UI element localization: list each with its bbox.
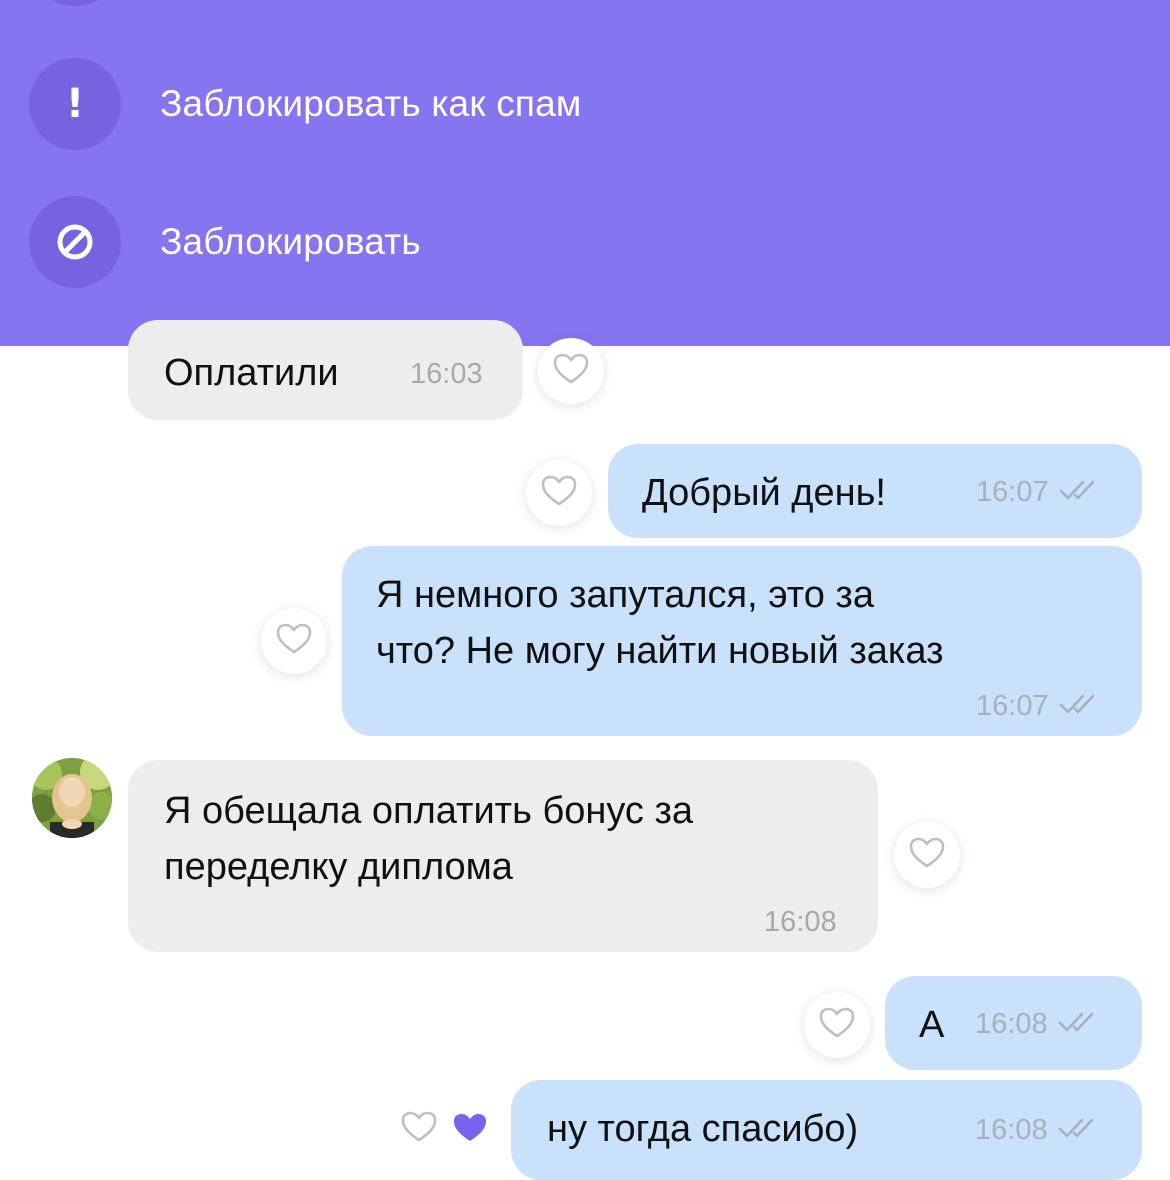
message-text: Оплатили (164, 352, 339, 394)
double-check-icon (1059, 465, 1103, 520)
message-time: 16:08 (975, 1113, 1048, 1146)
message-text-line: переделку диплома (164, 846, 513, 888)
like-button[interactable] (386, 1096, 452, 1162)
message-meta: 16:08 (975, 1112, 1102, 1148)
message-meta: 16:08 (975, 1006, 1102, 1042)
message-time: 16:03 (410, 357, 483, 390)
message-bubble-outgoing[interactable]: Я немного запутался, это за что? Не могу… (342, 546, 1142, 736)
message-bubble-incoming[interactable]: Оплатили 16:03 (128, 320, 523, 420)
message-bubble-incoming[interactable]: Я обещала оплатить бонус за переделку ди… (128, 760, 878, 952)
like-button[interactable] (538, 338, 604, 404)
context-menu: ! Заблокировать как спам Заблокировать (0, 0, 1170, 346)
message-text-line: Я немного запутался, это за (376, 574, 874, 616)
exclamation-icon: ! (29, 58, 121, 150)
message-text: А (919, 1004, 945, 1046)
message-text-line: Я обещала оплатить бонус за (164, 790, 694, 832)
like-button[interactable] (261, 608, 327, 674)
message-time: 16:08 (764, 905, 837, 938)
double-check-icon (1059, 679, 1103, 734)
heart-outline-icon (909, 837, 945, 874)
message-time: 16:07 (976, 689, 1049, 722)
message-time: 16:07 (976, 475, 1049, 508)
purple-heart-reaction-icon[interactable] (452, 1112, 490, 1146)
heart-outline-icon (553, 353, 589, 390)
block-icon (29, 196, 121, 288)
message-meta: 16:07 (976, 688, 1103, 724)
double-check-icon (1058, 997, 1102, 1052)
message-bubble-outgoing[interactable]: ну тогда спасибо) 16:08 (511, 1080, 1142, 1180)
avatar[interactable] (32, 758, 112, 838)
like-button[interactable] (526, 460, 592, 526)
like-button[interactable] (804, 992, 870, 1058)
message-text: ну тогда спасибо) (547, 1108, 859, 1150)
menu-item-icon-partial (29, 0, 121, 6)
heart-outline-icon (276, 623, 312, 660)
message-time: 16:08 (975, 1007, 1048, 1040)
menu-item-label: Заблокировать (160, 221, 421, 262)
heart-outline-icon (819, 1007, 855, 1044)
like-button[interactable] (894, 822, 960, 888)
message-bubble-outgoing[interactable]: А 16:08 (885, 976, 1142, 1070)
double-check-icon (1058, 1103, 1102, 1158)
message-bubble-outgoing[interactable]: Добрый день! 16:07 (608, 444, 1142, 538)
message-text-line: что? Не могу найти новый заказ (376, 630, 944, 672)
heart-outline-icon (541, 475, 577, 512)
message-text: Добрый день! (642, 472, 886, 514)
menu-item-block-as-spam[interactable]: ! Заблокировать как спам (0, 54, 1170, 154)
heart-outline-icon (401, 1111, 437, 1148)
message-meta: 16:07 (976, 474, 1103, 510)
menu-item-block[interactable]: Заблокировать (0, 192, 1170, 292)
menu-item-label: Заблокировать как спам (160, 83, 582, 124)
